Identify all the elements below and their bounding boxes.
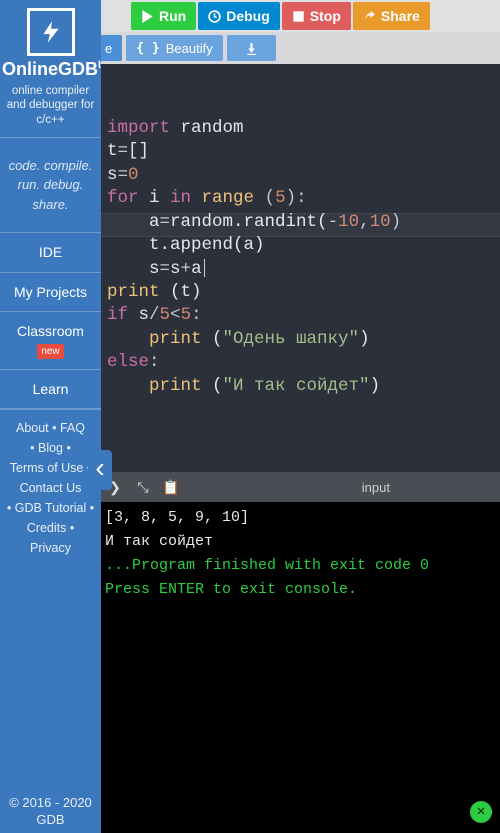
link-about[interactable]: About	[16, 421, 49, 435]
nav-my-projects[interactable]: My Projects	[0, 272, 101, 311]
nav-classroom-label: Classroom	[2, 322, 99, 340]
bolt-icon	[38, 19, 64, 45]
nav-classroom[interactable]: Classroom new	[0, 311, 101, 369]
active-line-highlight	[101, 213, 500, 237]
debug-button[interactable]: Debug	[198, 2, 280, 30]
collapse-icon[interactable]: ⤡	[129, 479, 157, 496]
sidebar-collapse-handle[interactable]: ‹	[88, 450, 112, 490]
link-faq[interactable]: FAQ	[60, 421, 85, 435]
download-icon	[245, 42, 258, 55]
beautify-label: Beautify	[166, 41, 213, 56]
output-status: ...Program finished with exit code 0	[105, 554, 496, 578]
tagline: online compiler and debugger for c/c++	[0, 80, 101, 137]
download-button[interactable]	[227, 35, 276, 61]
secondary-toolbar: e { } Beautify	[101, 32, 500, 64]
debug-icon	[208, 10, 221, 23]
motto: code. compile. run. debug. share.	[0, 138, 101, 233]
link-privacy[interactable]: Privacy	[30, 541, 71, 555]
copy-icon[interactable]: 📋	[157, 479, 185, 496]
text-cursor	[204, 259, 205, 277]
run-button[interactable]: Run	[131, 2, 196, 30]
nav-learn[interactable]: Learn	[0, 369, 101, 409]
console-output[interactable]: [3, 8, 5, 9, 10] И так сойдет ...Program…	[101, 502, 500, 833]
brand: OnlineGDBbeta	[0, 60, 101, 80]
link-blog[interactable]: Blog	[38, 441, 63, 455]
stop-button[interactable]: Stop	[282, 2, 351, 30]
nav-ide[interactable]: IDE	[0, 232, 101, 271]
primary-toolbar: Run Debug Stop Share	[101, 0, 500, 32]
new-badge: new	[37, 344, 63, 359]
link-gdb-tutorial[interactable]: GDB Tutorial	[15, 501, 87, 515]
file-tab-label: e	[105, 41, 112, 56]
stop-icon	[292, 10, 305, 23]
logo[interactable]	[27, 8, 75, 56]
share-button[interactable]: Share	[353, 2, 430, 30]
brand-name: OnlineGDB	[2, 59, 98, 79]
footer-links: About • FAQ • Blog • Terms of Use • Cont…	[0, 409, 101, 789]
share-label: Share	[381, 8, 420, 24]
output-prompt: Press ENTER to exit console.	[105, 578, 496, 602]
main: Run Debug Stop Share e { } Beautify	[101, 0, 500, 833]
beautify-button[interactable]: { } Beautify	[126, 35, 222, 61]
link-contact[interactable]: Contact Us	[20, 481, 82, 495]
run-label: Run	[159, 8, 186, 24]
output-line: [3, 8, 5, 9, 10]	[105, 506, 496, 530]
copyright: © 2016 - 2020 GDB	[0, 789, 101, 833]
share-icon	[363, 10, 376, 23]
output-line: И так сойдет	[105, 530, 496, 554]
debug-label: Debug	[226, 8, 270, 24]
code-editor[interactable]: import random t=[] s=0 for i in range (5…	[101, 64, 500, 472]
link-credits[interactable]: Credits	[27, 521, 67, 535]
console-panel-bar: ❯ ⤡ 📋 input	[101, 472, 500, 502]
link-terms[interactable]: Terms of Use	[10, 461, 84, 475]
file-tab[interactable]: e	[101, 35, 122, 61]
close-console-icon[interactable]: ✕	[470, 801, 492, 823]
stop-label: Stop	[310, 8, 341, 24]
braces-icon: { }	[136, 41, 159, 56]
sidebar: OnlineGDBbeta online compiler and debugg…	[0, 0, 101, 833]
play-icon	[141, 10, 154, 23]
input-tab-label[interactable]: input	[362, 480, 500, 495]
